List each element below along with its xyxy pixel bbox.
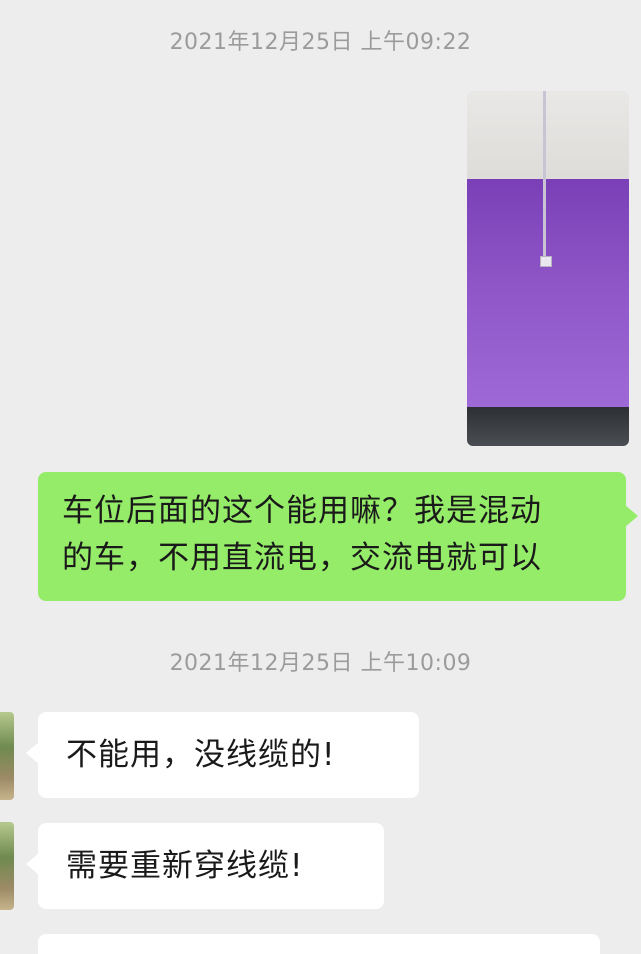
message-timestamp: 2021年12月25日 上午10:09 [169, 651, 472, 676]
photo-junction-box [540, 256, 552, 267]
message-timestamp: 2021年12月25日 上午09:22 [169, 30, 472, 55]
outgoing-message-bubble[interactable]: 车位后面的这个能用嘛？我是混动 的车，不用直流电，交流电就可以 [38, 472, 638, 601]
message-text-line: 的车，不用直流电，交流电就可以 [62, 540, 542, 576]
contact-avatar[interactable] [0, 712, 14, 800]
incoming-message-bubble[interactable]: 需要重新穿线缆! [26, 823, 384, 909]
incoming-message-bubble-partial[interactable] [38, 934, 600, 954]
photo-wall-upper [467, 91, 629, 179]
photo-wall-purple [467, 179, 629, 407]
image-message[interactable] [467, 91, 629, 446]
message-text: 不能用，没线缆的! [66, 737, 336, 773]
photo-floor [467, 407, 629, 446]
message-text-line: 车位后面的这个能用嘛？我是混动 [62, 493, 542, 529]
photo-conduit [543, 91, 546, 261]
bubble-tail [625, 505, 638, 527]
incoming-message-bubble[interactable]: 不能用，没线缆的! [26, 712, 419, 798]
bubble-tail [26, 742, 39, 764]
message-text: 需要重新穿线缆! [66, 848, 304, 884]
contact-avatar[interactable] [0, 822, 14, 910]
bubble-tail [26, 853, 39, 875]
